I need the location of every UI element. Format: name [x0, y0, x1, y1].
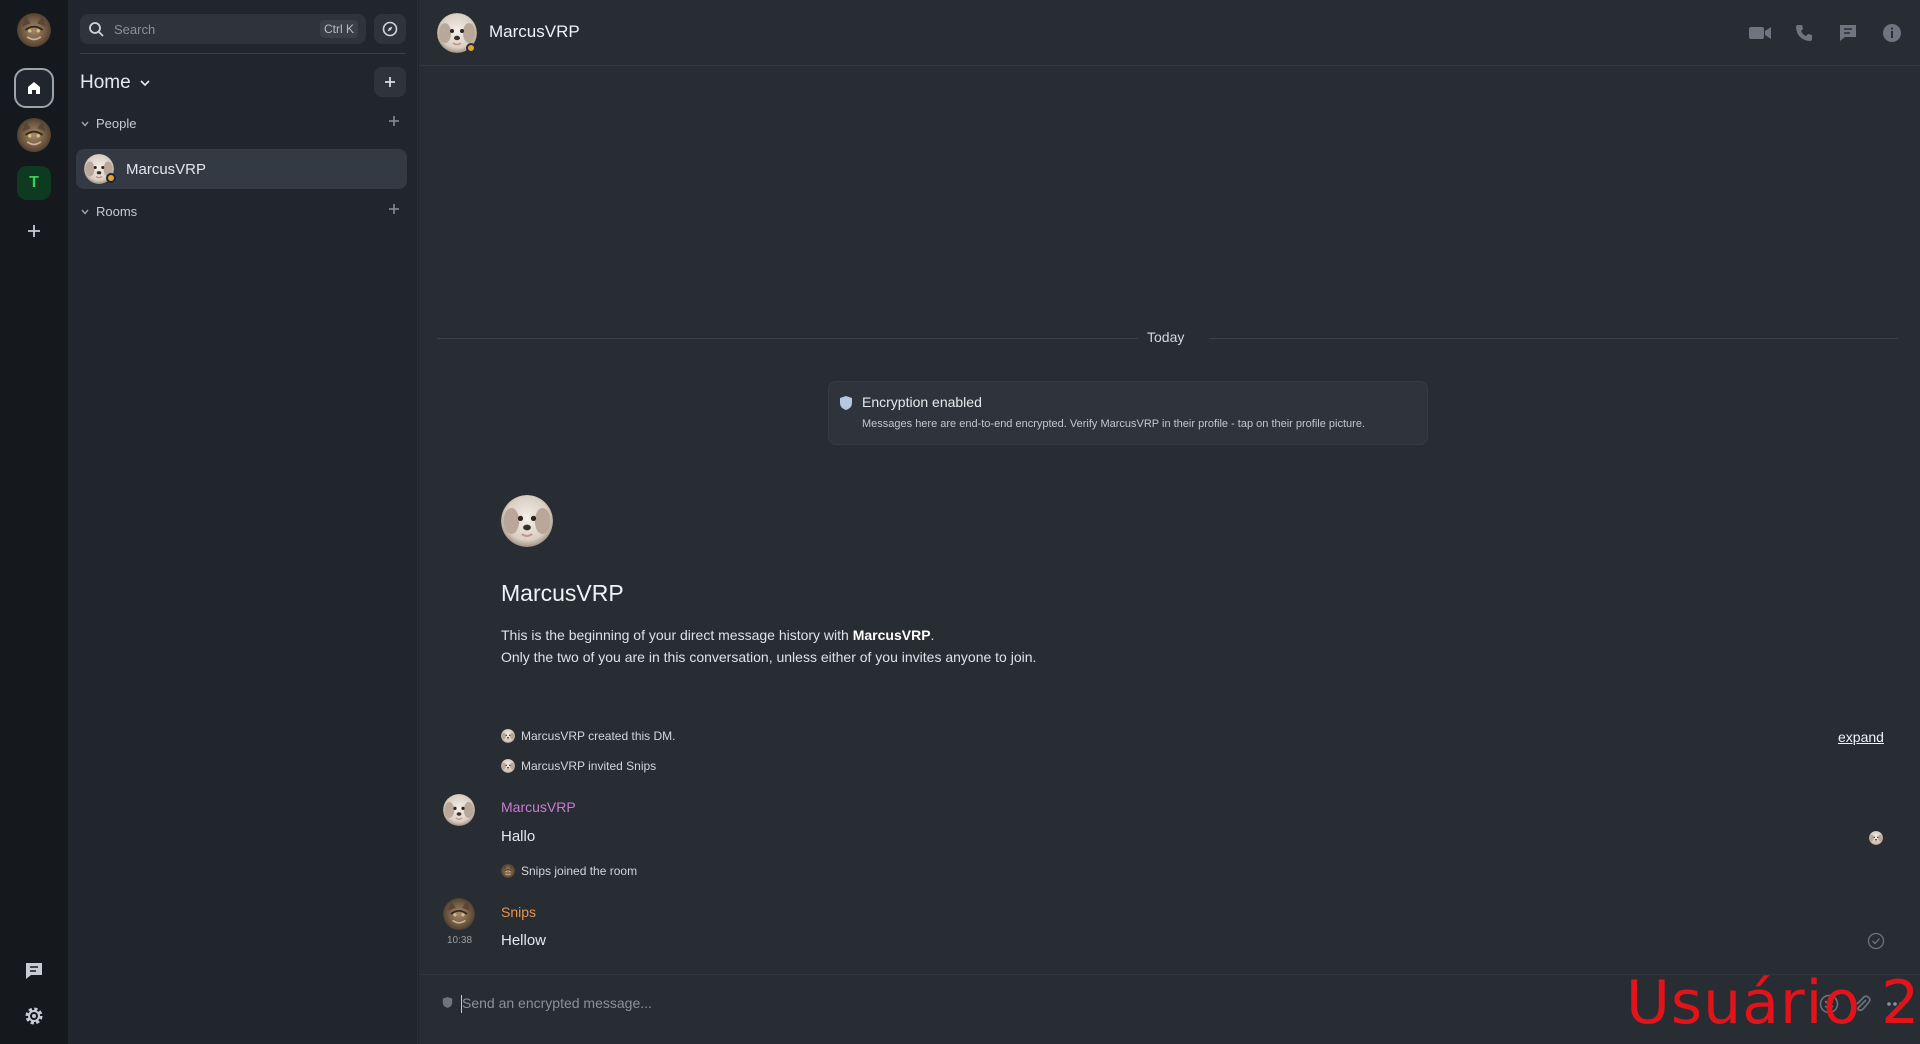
expand-events-link[interactable]: expand [1838, 729, 1884, 745]
messages-button[interactable] [22, 959, 46, 983]
chevron-down-icon [81, 121, 89, 127]
user-avatar-button[interactable] [14, 10, 54, 50]
message-body: Hallo [501, 828, 536, 845]
event-avatar [501, 759, 515, 773]
space-avatar [17, 118, 51, 152]
settings-button[interactable] [22, 1004, 46, 1028]
date-separator-line [1209, 338, 1898, 339]
intro-line-1-end: . [930, 627, 935, 643]
chevron-down-icon [81, 209, 89, 215]
sender-avatar-marcusvrp[interactable] [443, 794, 475, 826]
home-space-button[interactable] [14, 68, 54, 108]
add-people-button[interactable] [388, 114, 400, 132]
chevron-down-icon [140, 80, 150, 87]
intro-avatar[interactable] [501, 495, 553, 547]
encryption-notice: Encryption enabled Messages here are end… [828, 381, 1428, 445]
message-timestamp[interactable]: 10:38 [447, 935, 472, 946]
event-created: MarcusVRP created this DM. [501, 729, 676, 743]
video-call-icon [1749, 27, 1771, 39]
event-avatar [501, 729, 515, 743]
event-created-text: MarcusVRP created this DM. [521, 729, 676, 743]
voice-call-icon [1796, 25, 1812, 41]
encryption-description: Messages here are end-to-end encrypted. … [862, 418, 1365, 430]
intro-line-2: Only the two of you are in this conversa… [501, 649, 1037, 665]
space-t-label: T [29, 174, 39, 191]
read-receipt-avatar[interactable] [1869, 831, 1883, 845]
plus-icon [28, 225, 40, 237]
room-view: MarcusVRP Today Encryption enabled Messa… [419, 0, 1920, 1044]
spaces-bar: T [0, 0, 68, 1044]
intro-name: MarcusVRP [501, 580, 624, 606]
event-joined: Snips joined the room [501, 864, 637, 878]
chat-bubble-icon [26, 963, 42, 979]
threads-icon [1840, 25, 1856, 41]
home-menu[interactable]: Home [80, 72, 151, 94]
room-tile-name: MarcusVRP [126, 160, 207, 178]
shield-icon [442, 997, 453, 1008]
composer-placeholder: Send an encrypted message... [462, 995, 652, 1011]
search-icon [89, 22, 104, 37]
intro-user-name: MarcusVRP [852, 627, 931, 643]
space-cat[interactable] [14, 115, 54, 155]
search-input[interactable]: Search Ctrl K [80, 14, 366, 44]
encryption-title: Encryption enabled [862, 394, 982, 410]
settings-gear-icon [25, 1007, 43, 1025]
presence-badge [106, 173, 116, 183]
date-separator-label: Today [1147, 329, 1185, 345]
intro-line-1: This is the beginning of your direct mes… [501, 627, 934, 643]
space-t[interactable]: T [17, 166, 51, 200]
voice-call-button[interactable] [1792, 22, 1816, 44]
rooms-section-label: Rooms [96, 204, 138, 219]
room-info-button[interactable] [1880, 22, 1904, 44]
people-section-label: People [96, 116, 137, 131]
search-placeholder: Search [114, 21, 156, 37]
video-call-button[interactable] [1748, 22, 1772, 44]
divider [80, 53, 406, 54]
presence-badge [466, 43, 476, 53]
rooms-section-header[interactable]: Rooms [80, 204, 137, 219]
info-icon [1883, 24, 1901, 42]
event-invited-text: MarcusVRP invited Snips [521, 759, 657, 773]
search-shortcut: Ctrl K [320, 20, 358, 38]
sender-name[interactable]: MarcusVRP [501, 799, 576, 815]
add-button[interactable] [374, 67, 406, 97]
home-icon [28, 82, 40, 94]
create-space-button[interactable] [14, 211, 54, 251]
event-joined-text: Snips joined the room [521, 864, 638, 878]
event-invited: MarcusVRP invited Snips [501, 759, 656, 773]
shield-icon [840, 396, 852, 410]
explore-rooms-button[interactable] [374, 14, 406, 44]
room-list-panel: Search Ctrl K Home People MarcusVRP Room… [68, 0, 418, 1044]
user-avatar [17, 13, 51, 47]
sender-avatar-snips[interactable] [443, 898, 475, 930]
sent-check-icon [1867, 932, 1885, 950]
add-room-button[interactable] [388, 202, 400, 220]
user-watermark: Usuário 2 [1626, 968, 1920, 1038]
plus-icon [389, 116, 399, 126]
read-receipt-icon [1869, 831, 1883, 845]
room-header: MarcusVRP [419, 0, 1920, 66]
room-title[interactable]: MarcusVRP [489, 22, 580, 42]
home-title: Home [80, 72, 131, 93]
sender-name[interactable]: Snips [501, 904, 536, 920]
people-section-header[interactable]: People [80, 116, 136, 131]
threads-button[interactable] [1836, 22, 1860, 44]
message-body: Hellow [501, 932, 547, 949]
event-avatar [501, 864, 515, 878]
composer-input[interactable]: Send an encrypted message... [459, 987, 1729, 1021]
plus-icon [389, 204, 399, 214]
compass-icon [382, 21, 398, 37]
intro-line-1-text: This is the beginning of your direct mes… [501, 627, 853, 643]
room-tile-marcusvrp[interactable]: MarcusVRP [76, 149, 407, 189]
plus-icon [385, 77, 395, 87]
date-separator-line [437, 338, 1138, 339]
